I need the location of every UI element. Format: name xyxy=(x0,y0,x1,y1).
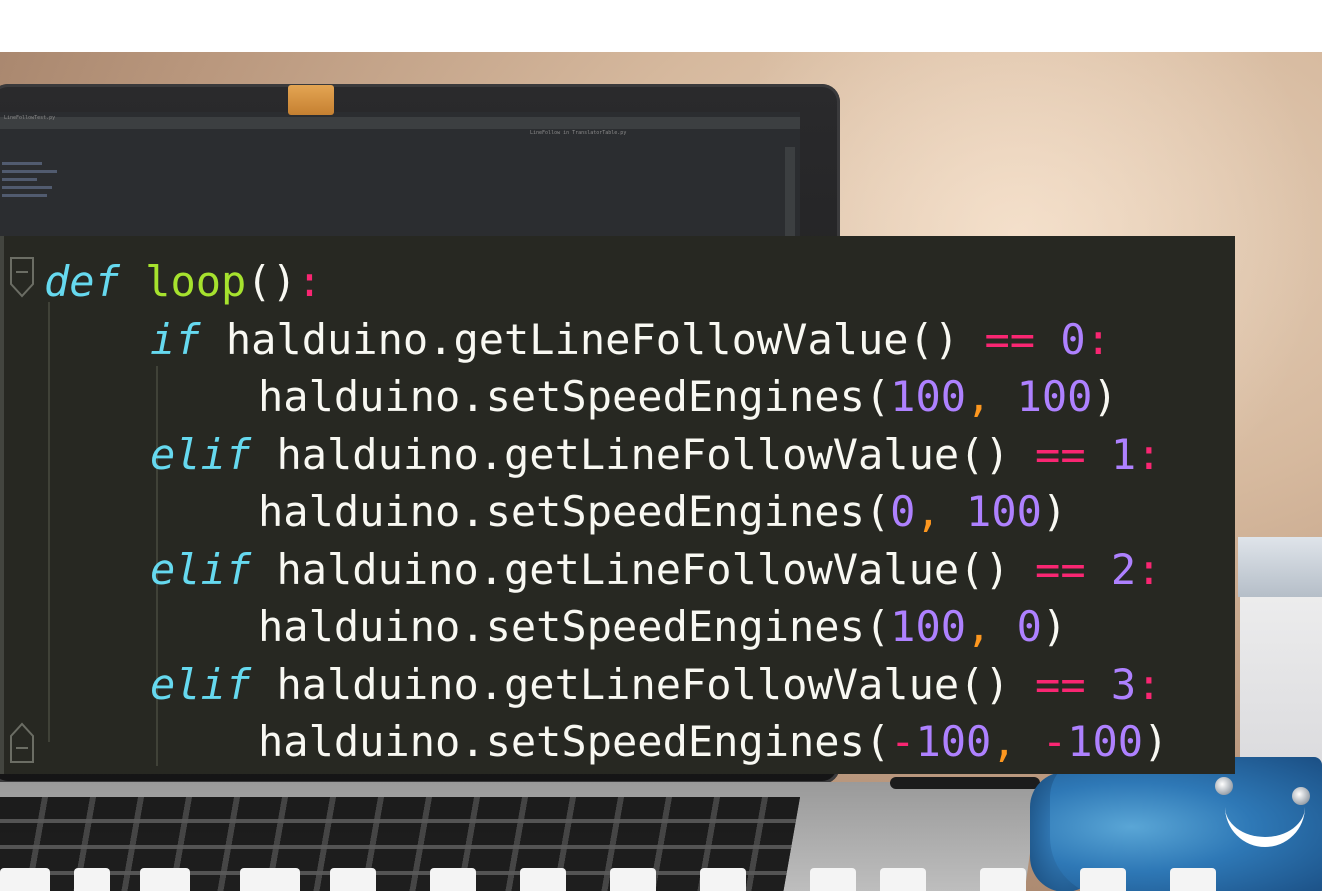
editor-gutter xyxy=(0,236,4,774)
code-token: if xyxy=(150,314,201,364)
ide-tab-bar xyxy=(0,117,800,129)
code-token: , xyxy=(966,602,992,651)
code-token: , xyxy=(991,717,1017,766)
code-token: 100 xyxy=(1016,372,1093,421)
code-token: ) xyxy=(1041,602,1068,651)
code-token: 100 xyxy=(1067,717,1144,766)
code-token: : xyxy=(1085,314,1111,364)
code-token: 0 xyxy=(890,487,916,536)
subtitle-strip-cropped xyxy=(0,868,1322,891)
code-token: loop xyxy=(145,257,247,306)
code-token: : xyxy=(1136,429,1162,479)
code-line: halduino.setSpeedEngines(100, 0) xyxy=(258,599,1067,655)
indent-guide xyxy=(48,302,50,742)
code-token: , xyxy=(966,372,992,421)
code-token: elif xyxy=(150,659,252,709)
code-line: elif halduino.getLineFollowValue() == 3: xyxy=(150,657,1162,713)
code-token: ) xyxy=(1041,487,1068,536)
code-line: halduino.setSpeedEngines(-100, -100) xyxy=(258,714,1168,770)
code-line: elif halduino.getLineFollowValue() == 2: xyxy=(150,542,1162,598)
code-token: 1 xyxy=(1110,429,1137,479)
robot-screw xyxy=(1215,777,1233,795)
code-token: halduino.getLineFollowValue() xyxy=(251,544,1036,594)
code-token: halduino.getLineFollowValue() xyxy=(200,314,985,364)
code-token: == xyxy=(984,314,1036,364)
fold-close-icon xyxy=(8,722,36,766)
code-token: : xyxy=(296,257,323,306)
code-overlay: def loop(): if halduino.getLineFollowValu… xyxy=(0,236,1235,774)
code-token: 0 xyxy=(1016,602,1042,651)
code-line: halduino.setSpeedEngines(100, 100) xyxy=(258,369,1118,425)
code-token: 100 xyxy=(915,717,992,766)
code-token: 2 xyxy=(1110,544,1137,594)
code-token: halduino.setSpeedEngines( xyxy=(258,487,891,536)
code-token: == xyxy=(1035,429,1086,479)
code-line: elif halduino.getLineFollowValue() == 1: xyxy=(150,427,1162,483)
webcam-cover-sticker xyxy=(288,85,334,115)
code-token: def xyxy=(44,257,120,306)
ide-blurred-code xyxy=(2,162,62,242)
code-token: () xyxy=(246,257,297,306)
code-line: if halduino.getLineFollowValue() == 0: xyxy=(150,312,1111,368)
code-token: 100 xyxy=(966,487,1042,536)
fold-open-icon xyxy=(8,256,36,300)
code-token: halduino.setSpeedEngines( xyxy=(258,717,891,766)
code-token: ) xyxy=(1143,717,1169,766)
code-token: == xyxy=(1035,659,1086,709)
code-token: 100 xyxy=(890,602,967,651)
code-token: halduino.getLineFollowValue() xyxy=(251,429,1036,479)
code-token: - xyxy=(1041,717,1068,766)
robot-top-plate xyxy=(1238,537,1322,597)
code-token: - xyxy=(890,717,916,766)
video-frame: LineFollowTest.py LineFollow in Translat… xyxy=(0,0,1322,891)
usb-cable xyxy=(890,777,1040,789)
code-token: == xyxy=(1035,544,1086,594)
code-token: 0 xyxy=(1060,314,1086,364)
ide-side-panel xyxy=(785,147,795,247)
code-token: 3 xyxy=(1110,659,1137,709)
code-token: ) xyxy=(1092,372,1118,421)
robot-screw xyxy=(1292,787,1310,805)
code-token: halduino.setSpeedEngines( xyxy=(258,602,891,651)
ide-run-configuration: LineFollow in TranslatorTable.py xyxy=(530,130,627,136)
code-token: halduino.getLineFollowValue() xyxy=(251,659,1036,709)
code-token: , xyxy=(915,487,941,536)
code-token: elif xyxy=(150,544,252,594)
code-line: halduino.setSpeedEngines(0, 100) xyxy=(258,484,1067,540)
code-line: def loop(): xyxy=(44,254,322,310)
code-token: halduino.setSpeedEngines( xyxy=(258,372,891,421)
code-token: 100 xyxy=(890,372,967,421)
ide-tab-title: LineFollowTest.py xyxy=(4,115,56,121)
code-token: : xyxy=(1136,544,1162,594)
code-token: : xyxy=(1136,659,1162,709)
code-token: elif xyxy=(150,429,252,479)
